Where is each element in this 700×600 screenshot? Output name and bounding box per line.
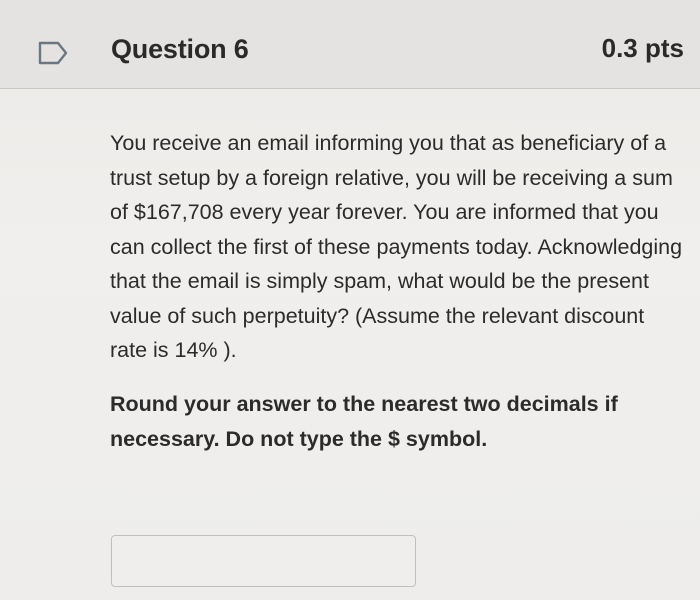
question-header: Question 6 0.3 pts [0, 0, 700, 89]
question-title: Question 6 [111, 34, 249, 64]
question-text: You receive an email informing you that … [110, 131, 683, 362]
bookmark-flag-icon[interactable] [38, 41, 68, 65]
quiz-page: Question 6 0.3 pts You receive an email … [0, 0, 700, 600]
question-body: You receive an email informing you that … [110, 126, 685, 457]
answer-input[interactable] [111, 535, 416, 587]
question-card: Question 6 0.3 pts You receive an email … [0, 0, 700, 600]
question-points: 0.3 pts [601, 33, 684, 63]
answer-instructions: Round your answer to the nearest two dec… [110, 391, 618, 451]
